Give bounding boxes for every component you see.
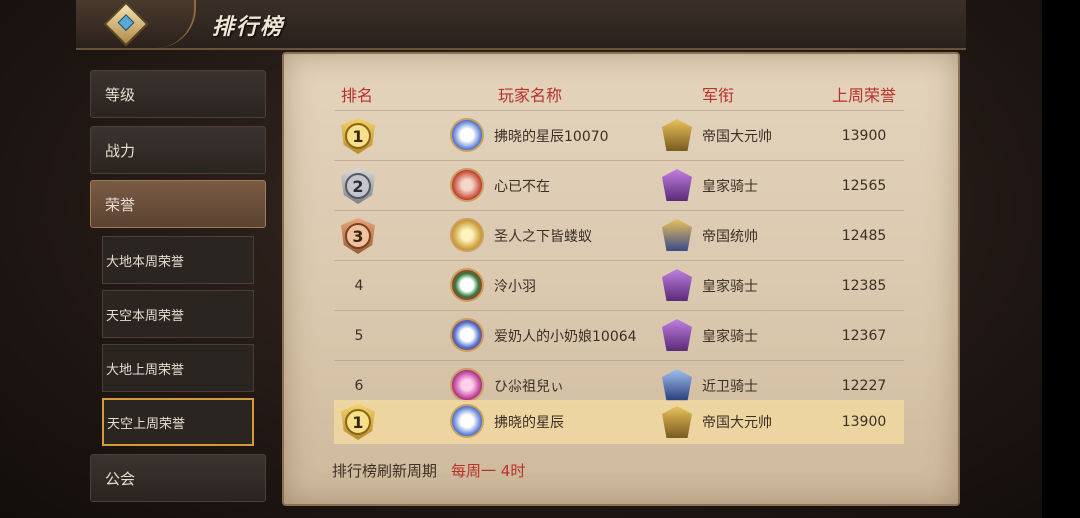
subtab-sky-last-week[interactable]: 天空上周荣誉 [102, 398, 254, 446]
player-name: 圣人之下皆蝼蚁 [494, 229, 592, 245]
honor-value: 12367 [841, 328, 887, 344]
tab-honor[interactable]: 荣誉 [90, 180, 266, 228]
military-rank: 皇家骑士 [702, 329, 758, 345]
screen-edge [1042, 0, 1080, 518]
player-name: 心已不在 [494, 179, 550, 195]
refresh-cycle-info: 排行榜刷新周期 每周一 4时 [332, 460, 525, 481]
subtab-ground-last-week[interactable]: 大地上周荣誉 [102, 344, 254, 392]
table-row[interactable]: 1 拂晓的星辰10070 帝国大元帅 13900 [334, 110, 904, 161]
player-name: 拂晓的星辰 [494, 415, 564, 431]
column-header-player: 玩家名称 [497, 86, 562, 105]
sidebar: 等级 战力 荣誉 大地本周荣誉 天空本周荣誉 大地上周荣誉 天空上周荣誉 公会 [84, 62, 274, 512]
avatar[interactable] [450, 168, 484, 202]
honor-value: 12565 [841, 178, 887, 194]
military-rank: 皇家骑士 [702, 279, 758, 295]
avatar[interactable] [450, 118, 484, 152]
page-title: 排行榜 [212, 15, 285, 40]
table-row[interactable]: 5 爱奶人的小奶娘10064 皇家骑士 12367 [334, 310, 904, 361]
player-name: 爱奶人的小奶娘10064 [494, 329, 637, 345]
player-name: 拂晓的星辰10070 [494, 129, 609, 145]
bronze-rank-badge-icon: 3 [341, 218, 375, 254]
player-name: 泠小羽 [494, 279, 536, 295]
tab-guild[interactable]: 公会 [90, 454, 266, 502]
header-bar [76, 0, 966, 50]
military-rank: 皇家骑士 [702, 179, 758, 195]
tab-level[interactable]: 等级 [90, 70, 266, 118]
refresh-cycle-value: 每周一 4时 [451, 462, 526, 480]
gold-rank-badge-icon: 1 [341, 404, 375, 440]
diamond-back-icon [103, 1, 149, 47]
rank-number: 5 [354, 328, 364, 344]
refresh-cycle-label: 排行榜刷新周期 [332, 462, 438, 480]
military-rank: 帝国统帅 [702, 229, 758, 245]
honor-value: 13900 [841, 128, 887, 144]
avatar[interactable] [450, 404, 484, 438]
honor-value: 13900 [841, 414, 887, 430]
rank-number: 4 [354, 278, 364, 294]
honor-value: 12385 [841, 278, 887, 294]
avatar[interactable] [450, 318, 484, 352]
avatar[interactable] [450, 218, 484, 252]
avatar[interactable] [450, 368, 484, 402]
silver-rank-badge-icon: 2 [341, 168, 375, 204]
military-rank: 帝国大元帅 [702, 129, 772, 145]
tab-power[interactable]: 战力 [90, 126, 266, 174]
column-header-title: 军衔 [701, 86, 734, 105]
back-button[interactable] [76, 0, 196, 48]
subtab-sky-this-week[interactable]: 天空本周荣誉 [102, 290, 254, 338]
column-header-honor: 上周荣誉 [831, 86, 896, 105]
table-row[interactable]: 4 泠小羽 皇家骑士 12385 [334, 260, 904, 311]
table-row[interactable]: 3 圣人之下皆蝼蚁 帝国统帅 12485 [334, 210, 904, 261]
subtab-ground-this-week[interactable]: 大地本周荣誉 [102, 236, 254, 284]
military-rank: 帝国大元帅 [702, 415, 772, 431]
gold-rank-badge-icon: 1 [341, 118, 375, 154]
column-header-rank: 排名 [340, 86, 373, 105]
table-row[interactable]: 2 心已不在 皇家骑士 12565 [334, 160, 904, 211]
avatar[interactable] [450, 268, 484, 302]
ranking-panel: 排名 玩家名称 军衔 上周荣誉 1 拂晓的星辰10070 帝国大元帅 13900… [282, 52, 960, 506]
my-rank-row[interactable]: 1 拂晓的星辰 帝国大元帅 13900 [334, 400, 904, 444]
honor-value: 12485 [841, 228, 887, 244]
